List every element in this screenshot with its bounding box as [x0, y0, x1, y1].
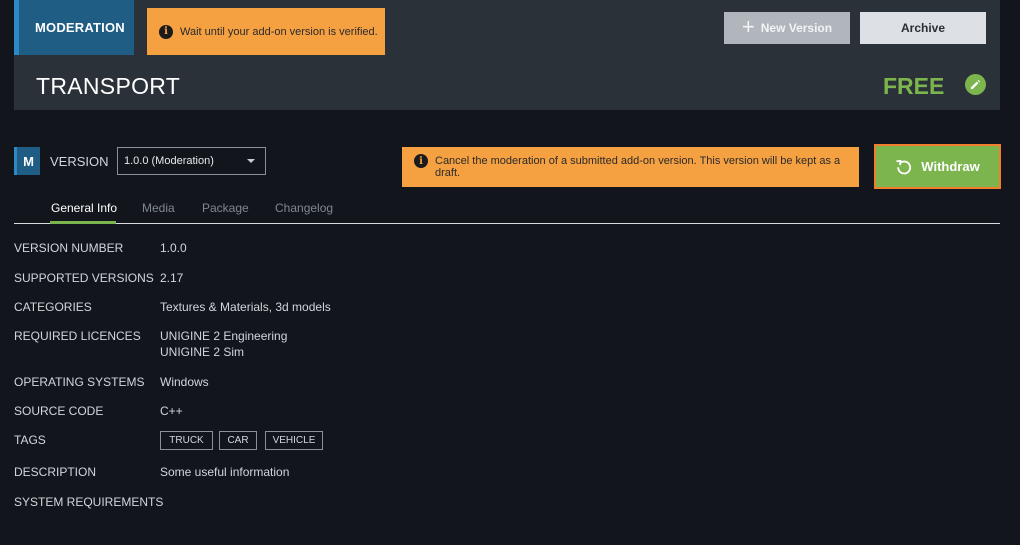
new-version-button[interactable]: + New Version	[724, 12, 850, 44]
tab-package[interactable]: Package	[202, 201, 249, 215]
required-licences-label: REQUIRED LICENCES	[14, 329, 141, 343]
operating-systems-label: OPERATING SYSTEMS	[14, 375, 145, 389]
version-label: VERSION	[50, 154, 109, 169]
archive-button[interactable]: Archive	[860, 12, 986, 44]
version-number-label: VERSION NUMBER	[14, 241, 124, 255]
status-badge: MODERATION	[14, 0, 134, 55]
source-code-value: C++	[160, 404, 183, 418]
chevron-down-icon	[247, 159, 255, 163]
supported-versions-label: SUPPORTED VERSIONS	[14, 271, 154, 285]
withdraw-button[interactable]: Withdraw	[874, 144, 1001, 189]
wait-notice: i Wait until your add-on version is veri…	[147, 8, 385, 55]
system-requirements-label: SYSTEM REQUIREMENTS	[14, 495, 164, 509]
tab-bar: General Info Media Package Changelog	[14, 200, 1000, 224]
info-icon: i	[159, 24, 173, 39]
info-icon: i	[414, 154, 428, 168]
version-number-value: 1.0.0	[160, 241, 187, 255]
description-label: DESCRIPTION	[14, 465, 97, 479]
plus-icon: +	[741, 14, 755, 39]
tab-general-info[interactable]: General Info	[51, 201, 117, 215]
cancel-notice-text: Cancel the moderation of a submitted add…	[435, 155, 841, 179]
new-version-label: New Version	[760, 21, 833, 35]
tab-changelog[interactable]: Changelog	[275, 201, 333, 215]
pencil-icon	[970, 79, 981, 90]
archive-label: Archive	[900, 21, 946, 35]
tags-label: TAGS	[14, 433, 46, 447]
required-licence-1: UNIGINE 2 Engineering	[160, 329, 288, 343]
edit-button[interactable]	[965, 74, 986, 95]
tag-chip: VEHICLE	[265, 431, 323, 450]
tag-chip: CAR	[219, 431, 257, 450]
version-select-value: 1.0.0 (Moderation)	[124, 155, 214, 167]
categories-label: CATEGORIES	[14, 300, 92, 314]
categories-value: Textures & Materials, 3d models	[160, 300, 331, 314]
undo-icon	[896, 159, 912, 174]
addon-title: TRANSPORT	[36, 73, 181, 99]
wait-notice-text: Wait until your add-on version is verifi…	[180, 25, 378, 38]
version-status-badge: M	[14, 147, 40, 175]
supported-versions-value: 2.17	[160, 271, 184, 285]
active-tab-indicator	[50, 221, 116, 224]
addon-header: MODERATION i Wait until your add-on vers…	[14, 0, 1000, 110]
source-code-label: SOURCE CODE	[14, 404, 104, 418]
price-label: FREE	[883, 73, 945, 99]
cancel-notice: i Cancel the moderation of a submitted a…	[402, 147, 859, 187]
withdraw-label: Withdraw	[921, 159, 980, 174]
version-select[interactable]: 1.0.0 (Moderation)	[117, 147, 266, 175]
description-value: Some useful information	[160, 465, 290, 479]
operating-systems-value: Windows	[160, 375, 209, 389]
required-licence-2: UNIGINE 2 Sim	[160, 345, 245, 359]
tab-media[interactable]: Media	[142, 201, 175, 215]
tag-chip: TRUCK	[160, 431, 213, 450]
